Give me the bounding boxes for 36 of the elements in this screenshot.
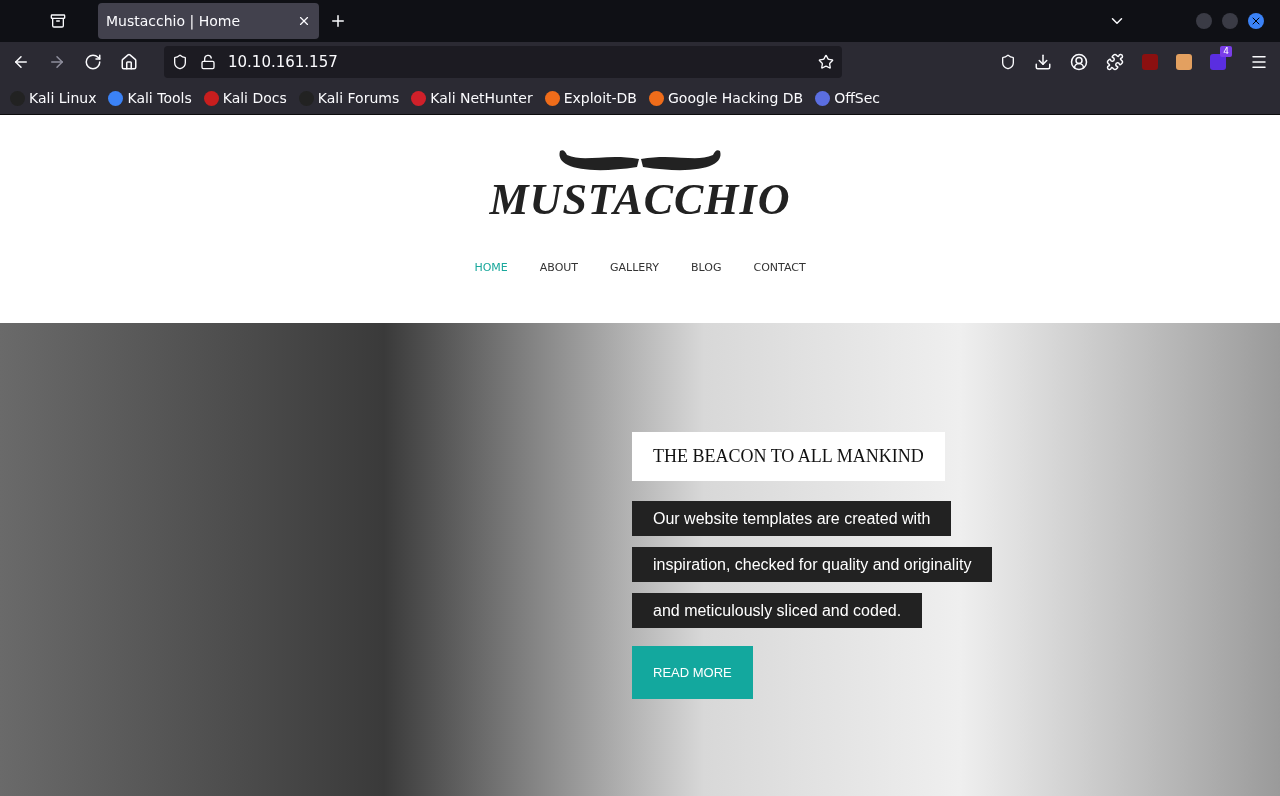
bookmark[interactable]: Google Hacking DB — [649, 90, 804, 106]
hero-title: THE BEACON TO ALL MANKIND — [632, 432, 945, 481]
hero-text: and meticulously sliced and coded. — [632, 593, 923, 628]
hero-text: Our website templates are created with — [632, 501, 952, 536]
back-icon[interactable] — [12, 53, 30, 71]
home-icon[interactable] — [120, 53, 138, 71]
account-icon[interactable] — [1070, 53, 1088, 71]
bookmark[interactable]: Exploit-DB — [544, 90, 637, 106]
unlocked-icon[interactable] — [200, 54, 216, 70]
shield-icon[interactable] — [172, 54, 188, 70]
nav-link[interactable]: GALLERY — [594, 261, 675, 274]
extensions-icon[interactable] — [1106, 53, 1124, 71]
star-icon[interactable] — [818, 54, 834, 70]
nav-link[interactable]: ABOUT — [523, 261, 595, 274]
site-logo: MUSTACCHIO — [489, 177, 791, 223]
download-icon[interactable] — [1034, 53, 1052, 71]
menu-icon[interactable] — [1250, 53, 1268, 71]
tab-title: Mustacchio | Home — [106, 13, 240, 29]
browser-tab[interactable]: Mustacchio | Home — [98, 3, 319, 39]
bookmark[interactable]: Kali Linux — [10, 90, 97, 106]
bookmark[interactable]: OffSec — [815, 90, 881, 106]
nav-link[interactable]: CONTACT — [737, 261, 822, 274]
reload-icon[interactable] — [84, 53, 102, 71]
new-tab-icon[interactable] — [329, 12, 347, 30]
close-icon[interactable] — [1248, 13, 1264, 29]
address-bar[interactable]: 10.10.161.157 — [164, 46, 842, 78]
tab-list-icon[interactable] — [50, 13, 66, 29]
close-icon[interactable] — [297, 14, 311, 28]
count-badge: 4 — [1220, 46, 1232, 57]
bookmark[interactable]: Kali Forums — [298, 90, 400, 106]
nav-link[interactable]: BLOG — [675, 261, 738, 274]
hero-text: inspiration, checked for quality and originality — [632, 547, 993, 582]
forward-icon[interactable] — [48, 53, 66, 71]
bookmark[interactable]: Kali Docs — [203, 90, 287, 106]
bookmark[interactable]: Kali NetHunter — [411, 90, 533, 106]
bookmark[interactable]: Kali Tools — [108, 90, 192, 106]
